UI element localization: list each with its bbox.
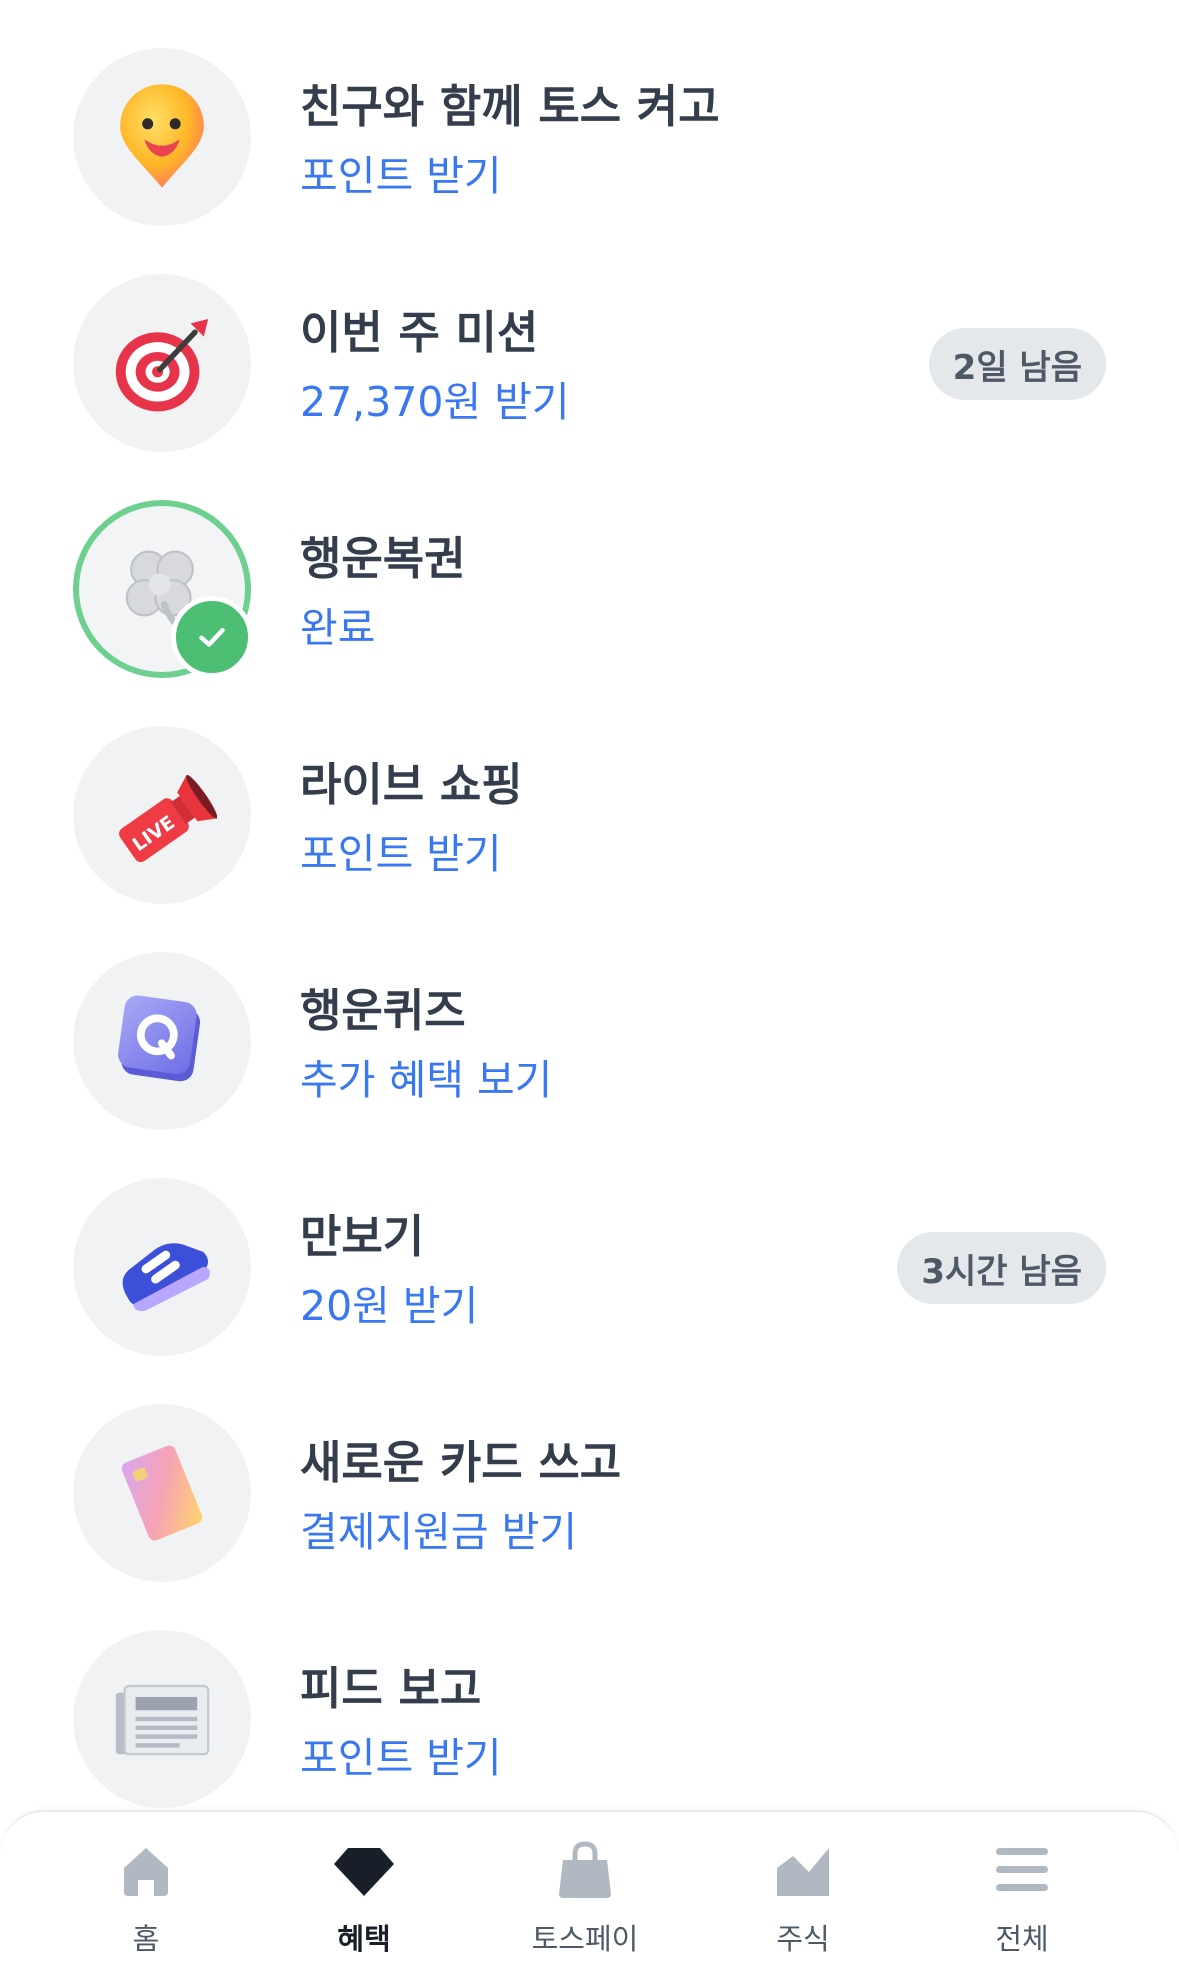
benefit-title: 피드 보고 — [300, 1662, 482, 1715]
home-icon — [124, 1848, 168, 1896]
smile-pin-icon — [120, 84, 204, 188]
benefit-subtitle: 완료 — [300, 604, 376, 652]
benefit-subtitle: 결제지원금 받기 — [300, 1508, 578, 1556]
benefit-title: 새로운 카드 쓰고 — [300, 1436, 622, 1489]
benefit-subtitle: 27,370원 받기 — [300, 378, 570, 426]
benefit-item-lucky-quiz[interactable]: 행운퀴즈 추가 혜택 보기 — [0, 952, 1179, 1132]
tab-label: 토스페이 — [531, 1922, 639, 1956]
benefit-item-weekly-mission[interactable]: 이번 주 미션 27,370원 받기 2일 남음 — [0, 274, 1179, 454]
benefit-title: 이번 주 미션 — [300, 306, 539, 359]
benefit-item-invite-friends[interactable]: 친구와 함께 토스 켜고 포인트 받기 — [0, 48, 1179, 228]
chart-icon — [777, 1848, 829, 1896]
diamond-icon — [334, 1848, 394, 1896]
benefit-subtitle: 20원 받기 — [300, 1282, 479, 1330]
live-megaphone-icon: LIVE — [119, 774, 217, 863]
target-icon-wrap — [73, 274, 251, 452]
tab-label: 혜택 — [337, 1922, 391, 1956]
tab-all[interactable]: 전체 — [942, 1838, 1102, 1958]
benefit-item-lucky-lottery[interactable]: 행운복권 완료 — [0, 500, 1179, 680]
benefit-item-feed[interactable]: 피드 보고 포인트 받기 — [0, 1630, 1179, 1810]
tab-benefits[interactable]: 혜택 — [284, 1838, 444, 1958]
benefit-subtitle: 포인트 받기 — [300, 152, 502, 200]
tab-stocks[interactable]: 주식 — [723, 1838, 883, 1958]
sneaker-icon — [122, 1243, 210, 1312]
tab-label: 주식 — [776, 1922, 830, 1956]
quiz-cube-icon-wrap — [73, 952, 251, 1130]
time-left-badge: 2일 남음 — [928, 328, 1106, 400]
time-left-badge: 3시간 남음 — [897, 1232, 1106, 1304]
newspaper-icon-wrap — [73, 1630, 251, 1808]
completed-check-icon — [171, 596, 253, 678]
card-icon — [121, 1445, 203, 1541]
shopping-bag-icon — [559, 1841, 611, 1898]
benefit-subtitle: 추가 혜택 보기 — [300, 1056, 553, 1104]
benefit-subtitle: 포인트 받기 — [300, 830, 502, 878]
card-icon-wrap — [73, 1404, 251, 1582]
bottom-tab-bar: 홈 혜택 토스페이 주식 전체 — [0, 1810, 1179, 1979]
benefit-item-new-card[interactable]: 새로운 카드 쓰고 결제지원금 받기 — [0, 1404, 1179, 1584]
tab-home[interactable]: 홈 — [66, 1838, 226, 1958]
benefit-title: 라이브 쇼핑 — [300, 758, 523, 811]
benefit-subtitle: 포인트 받기 — [300, 1734, 502, 1782]
sneaker-icon-wrap — [73, 1178, 251, 1356]
benefit-title: 행운복권 — [300, 532, 466, 585]
benefit-title: 행운퀴즈 — [300, 984, 466, 1037]
tab-label: 홈 — [132, 1922, 160, 1956]
clover-icon-wrap — [73, 500, 253, 678]
benefit-item-live-shopping[interactable]: LIVE 라이브 쇼핑 포인트 받기 — [0, 726, 1179, 906]
smile-pin-icon-wrap — [73, 48, 251, 226]
target-icon — [115, 319, 209, 412]
live-megaphone-icon-wrap: LIVE — [73, 726, 251, 904]
tab-toss-pay[interactable]: 토스페이 — [505, 1838, 665, 1958]
menu-icon — [996, 1848, 1048, 1891]
quiz-cube-icon — [118, 995, 201, 1082]
benefit-title: 만보기 — [300, 1210, 425, 1263]
benefit-item-pedometer[interactable]: 만보기 20원 받기 3시간 남음 — [0, 1178, 1179, 1358]
benefit-title: 친구와 함께 토스 켜고 — [300, 80, 720, 133]
tab-label: 전체 — [995, 1922, 1049, 1956]
newspaper-icon — [115, 1684, 210, 1756]
